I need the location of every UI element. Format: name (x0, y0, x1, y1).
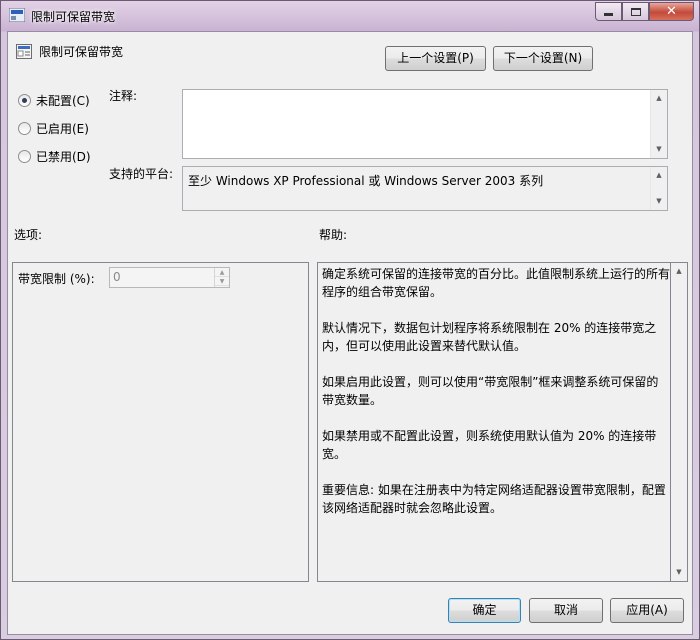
bandwidth-limit-label: 带宽限制 (%): (18, 272, 95, 286)
close-button[interactable]: ✕ (649, 2, 694, 21)
radio-label: 已启用(E) (36, 122, 89, 136)
previous-setting-button[interactable]: 上一个设置(P) (385, 46, 486, 71)
next-setting-button[interactable]: 下一个设置(N) (493, 46, 593, 71)
scroll-up-icon[interactable]: ▲ (651, 90, 667, 107)
help-label: 帮助: (319, 228, 348, 242)
platform-scrollbar[interactable]: ▲ ▼ (650, 167, 667, 210)
radio-indicator[interactable] (18, 122, 31, 135)
help-text: 确定系统可保留的连接带宽的百分比。此值限制系统上运行的所有程序的组合带宽保留。 … (322, 267, 671, 515)
ok-button[interactable]: 确定 (448, 598, 521, 623)
caption-buttons: ✕ (595, 2, 694, 21)
comment-label: 注释: (109, 89, 138, 103)
minimize-button[interactable] (595, 2, 622, 21)
minimize-icon (604, 13, 613, 16)
supported-platform-label: 支持的平台: (109, 167, 174, 181)
title-bar[interactable]: 限制可保留带宽 ✕ (1, 1, 699, 31)
close-icon: ✕ (666, 4, 677, 19)
disabled-radio[interactable]: 已禁用(D) (18, 148, 91, 165)
bandwidth-limit-spinbox[interactable]: 0 ▲ ▼ (109, 267, 230, 288)
supported-platform-value: 至少 Windows XP Professional 或 Windows Ser… (188, 174, 544, 188)
scroll-down-icon[interactable]: ▼ (671, 564, 687, 581)
dialog-window: 限制可保留带宽 ✕ 限制可保留带宽 上一个设置(P) 下一个设置(N) 未配置(… (0, 0, 700, 640)
radio-indicator[interactable] (18, 150, 31, 163)
scroll-up-icon[interactable]: ▲ (651, 167, 667, 184)
help-panel: 确定系统可保留的连接带宽的百分比。此值限制系统上运行的所有程序的组合带宽保留。 … (317, 262, 671, 582)
not-configured-radio[interactable]: 未配置(C) (18, 92, 90, 109)
bandwidth-limit-value: 0 (113, 270, 121, 284)
cancel-button[interactable]: 取消 (529, 598, 603, 623)
apply-button[interactable]: 应用(A) (610, 598, 684, 623)
comment-textarea[interactable]: ▲ ▼ (182, 89, 668, 159)
supported-platform-box: 至少 Windows XP Professional 或 Windows Ser… (182, 166, 668, 211)
policy-title: 限制可保留带宽 (39, 45, 124, 59)
maximize-icon (630, 7, 641, 16)
comment-scrollbar[interactable]: ▲ ▼ (650, 90, 667, 158)
options-label: 选项: (14, 228, 43, 242)
maximize-button[interactable] (622, 2, 649, 21)
window-title: 限制可保留带宽 (31, 10, 116, 24)
scroll-up-icon[interactable]: ▲ (671, 263, 687, 280)
spin-buttons: ▲ ▼ (214, 268, 229, 287)
scroll-down-icon[interactable]: ▼ (651, 141, 667, 158)
help-scrollbar[interactable]: ▲ ▼ (671, 262, 688, 582)
dialog-client-area: 限制可保留带宽 上一个设置(P) 下一个设置(N) 未配置(C) 已启用(E) … (7, 31, 693, 635)
policy-app-icon (9, 8, 25, 22)
options-panel: 带宽限制 (%): 0 ▲ ▼ (12, 262, 309, 582)
scroll-down-icon[interactable]: ▼ (651, 193, 667, 210)
radio-indicator-checked[interactable] (18, 94, 31, 107)
enabled-radio[interactable]: 已启用(E) (18, 120, 89, 137)
spin-down-icon[interactable]: ▼ (215, 277, 229, 286)
radio-label: 已禁用(D) (36, 150, 91, 164)
spin-up-icon[interactable]: ▲ (215, 268, 229, 277)
policy-setting-icon (16, 44, 32, 59)
radio-label: 未配置(C) (36, 94, 90, 108)
